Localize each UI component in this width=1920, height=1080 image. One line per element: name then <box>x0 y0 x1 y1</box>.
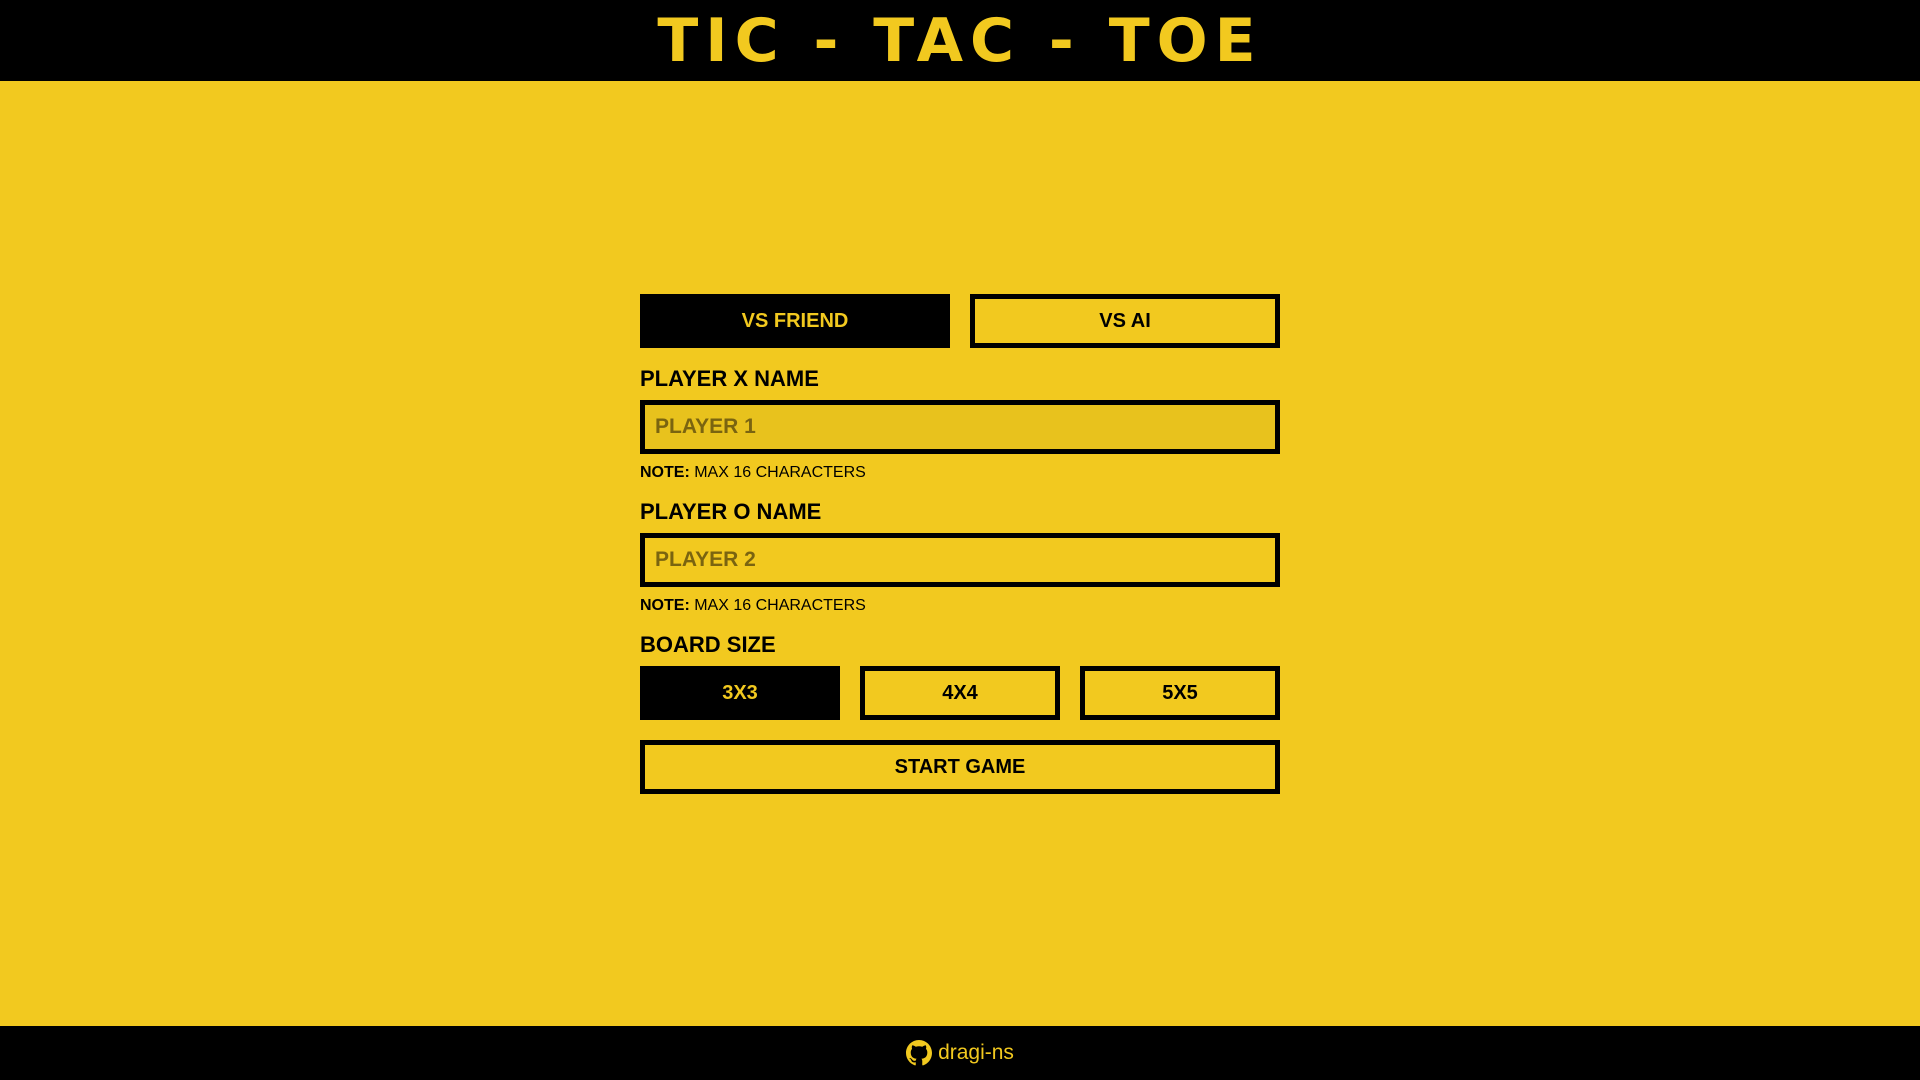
player-o-label: PLAYER O NAME <box>640 499 822 524</box>
setup-form: VS FRIEND VS AI PLAYER X NAME NOTE: MAX … <box>640 294 1280 794</box>
player-o-name-input[interactable] <box>640 533 1280 587</box>
board-size-5x5-button[interactable]: 5X5 <box>1080 666 1280 720</box>
note-prefix: NOTE: <box>640 464 690 481</box>
player-o-note: NOTE: MAX 16 CHARACTERS <box>640 598 1280 614</box>
board-size-4x4-button[interactable]: 4X4 <box>860 666 1060 720</box>
player-x-note: NOTE: MAX 16 CHARACTERS <box>640 465 1280 481</box>
board-size-label: BOARD SIZE <box>640 632 776 657</box>
app-header: TIC - TAC - TOE <box>0 0 1920 81</box>
note-prefix: NOTE: <box>640 597 690 614</box>
github-link[interactable]: dragi-ns <box>906 1040 1014 1066</box>
github-icon <box>906 1040 933 1066</box>
app-footer: dragi-ns <box>0 1026 1920 1080</box>
note-text: MAX 16 CHARACTERS <box>689 464 866 481</box>
page-title: TIC - TAC - TOE <box>657 5 1263 76</box>
note-text: MAX 16 CHARACTERS <box>689 597 866 614</box>
github-username: dragi-ns <box>938 1041 1014 1064</box>
start-game-button[interactable]: START GAME <box>640 740 1280 794</box>
board-size-3x3-button[interactable]: 3X3 <box>640 666 840 720</box>
mode-selector: VS FRIEND VS AI <box>640 294 1280 348</box>
vs-ai-button[interactable]: VS AI <box>970 294 1280 348</box>
player-x-name-input[interactable] <box>640 400 1280 454</box>
player-x-label: PLAYER X NAME <box>640 366 819 391</box>
board-size-selector: 3X3 4X4 5X5 <box>640 666 1280 720</box>
vs-friend-button[interactable]: VS FRIEND <box>640 294 950 348</box>
